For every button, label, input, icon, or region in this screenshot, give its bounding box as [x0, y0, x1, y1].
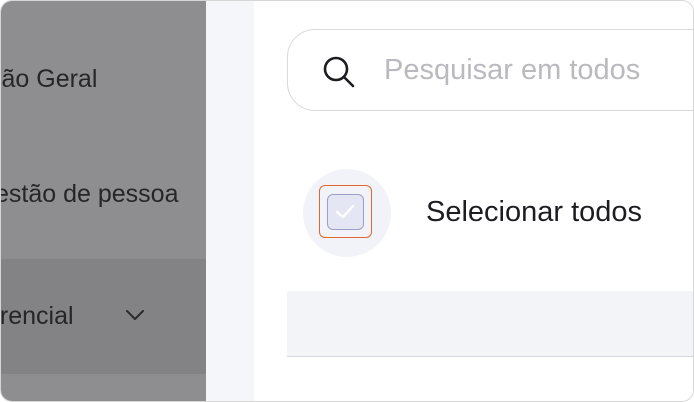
- sidebar-item-gerencial[interactable]: erencial: [1, 259, 206, 374]
- chevron-down-icon[interactable]: [125, 308, 145, 322]
- main-content: Selecionar todos: [254, 1, 693, 401]
- select-all-label[interactable]: Selecionar todos: [426, 196, 642, 229]
- content-gutter: [206, 1, 254, 401]
- search-input[interactable]: [384, 50, 693, 90]
- search-bar[interactable]: [287, 29, 693, 111]
- check-icon: [335, 204, 355, 219]
- sidebar-item-label: são Geral: [1, 64, 98, 93]
- sidebar-item-label: erencial: [1, 302, 74, 330]
- app-frame: são Geral estão de pessoa erencial: [0, 0, 694, 402]
- checkbox-focus-ring: [319, 185, 372, 238]
- sidebar-item-gestao-de-pessoas[interactable]: estão de pessoa: [1, 159, 206, 229]
- search-icon: [323, 56, 355, 88]
- sidebar: são Geral estão de pessoa erencial: [1, 1, 206, 401]
- sidebar-item-visao-geral[interactable]: são Geral: [1, 44, 206, 114]
- select-all-checkbox-container[interactable]: [303, 169, 391, 257]
- select-all-checkbox[interactable]: [327, 194, 364, 230]
- sidebar-item-label: estão de pessoa: [1, 179, 179, 208]
- table-header: [287, 291, 693, 357]
